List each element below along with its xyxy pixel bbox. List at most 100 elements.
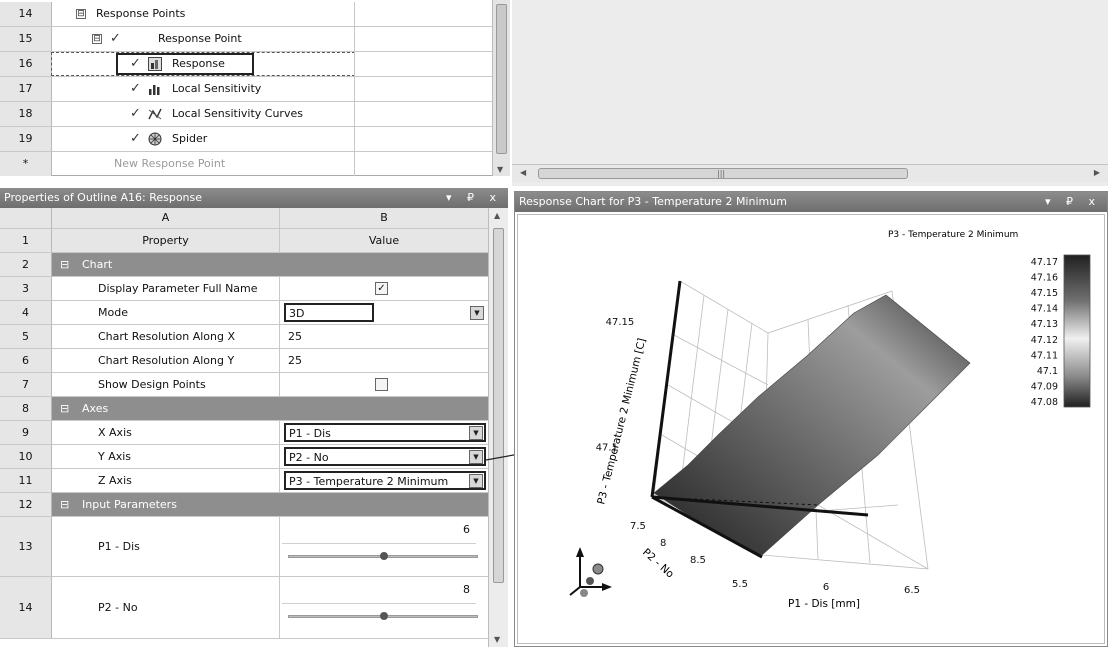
chart-plot-area[interactable]: P3 - Temperature 2 Minimum 47.15 47.1 7.… [517, 214, 1105, 644]
row-x-axis: 9 X Axis P1 - Dis ▼ [0, 421, 488, 445]
new-response-point-label[interactable]: New Response Point [114, 152, 225, 176]
scroll-down-arrow-icon[interactable]: ▼ [497, 165, 503, 174]
outline-row-response[interactable]: 16 ✓ Response [0, 52, 492, 77]
property-cell: P1 - Dis [52, 517, 280, 576]
row-number: 11 [0, 469, 52, 492]
scroll-up-arrow-icon[interactable]: ▲ [494, 211, 500, 220]
corner-cell [0, 208, 52, 228]
outline-row-local-sensitivity-curves[interactable]: 18 ✓ Local Sensitivity Curves [0, 102, 492, 127]
outline-vertical-scrollbar[interactable]: ▼ [492, 0, 510, 176]
p1-slider[interactable] [288, 552, 478, 560]
outline-row-new[interactable]: * New Response Point [0, 152, 492, 177]
colorbar-tick-label: 47.09 [1031, 381, 1058, 392]
row-number: 17 [0, 77, 52, 101]
outline-label: Response Point [158, 32, 242, 45]
row-number: 12 [0, 493, 52, 516]
horizontal-scrollbar[interactable]: ◀ ||| ▶ [512, 164, 1108, 182]
resolution-x-value[interactable]: 25 [288, 325, 302, 348]
check-icon: ✓ [130, 81, 141, 96]
collapse-toggle[interactable]: ⊟ [76, 9, 86, 19]
row-resolution-x: 5 Chart Resolution Along X 25 [0, 325, 488, 349]
collapse-toggle[interactable]: ⊟ [92, 34, 102, 44]
panel-buttons[interactable]: ▾ ₽ x [1045, 192, 1101, 212]
row-number: 3 [0, 277, 52, 300]
property-label: Show Design Points [98, 378, 206, 391]
row-number: 6 [0, 349, 52, 372]
display-full-name-checkbox[interactable]: ✓ [375, 282, 388, 295]
scroll-thumb[interactable]: ||| [538, 168, 908, 179]
show-design-points-checkbox[interactable] [375, 378, 388, 391]
y-axis-label: P2 - No [640, 546, 676, 580]
p2-value[interactable]: 8 [463, 583, 470, 596]
scroll-left-arrow-icon[interactable]: ◀ [520, 168, 526, 177]
property-cell: Y Axis [52, 445, 280, 468]
chart-title-bar: Response Chart for P3 - Temperature 2 Mi… [515, 192, 1107, 212]
outline-row-local-sensitivity[interactable]: 17 ✓ Local Sensitivity [0, 77, 492, 102]
z-axis-label: P3 - Temperature 2 Minimum [C] [595, 337, 648, 506]
y-axis-dropdown[interactable]: P2 - No ▼ [284, 447, 486, 466]
property-column-title: Property [52, 229, 280, 252]
x-tick-label: 5.5 [732, 579, 748, 590]
scroll-thumb[interactable] [496, 4, 507, 154]
response-surface[interactable] [653, 294, 971, 556]
value-cell[interactable]: 25 [280, 349, 488, 372]
row-number: 19 [0, 127, 52, 151]
section-axes[interactable]: 8 ⊟ Axes [0, 397, 488, 421]
property-header-row: 1 Property Value [0, 229, 488, 253]
row-z-axis: 11 Z Axis P3 - Temperature 2 Minimum ▼ [0, 469, 488, 493]
collapse-toggle[interactable]: ⊟ [60, 493, 69, 516]
slider-knob[interactable] [380, 612, 388, 620]
section-label: Input Parameters [82, 498, 177, 511]
section-chart[interactable]: 2 ⊟ Chart [0, 253, 488, 277]
dropdown-arrow-icon[interactable]: ▼ [470, 306, 484, 320]
row-number: 14 [0, 577, 52, 638]
dropdown-arrow-icon[interactable]: ▼ [469, 474, 483, 488]
scroll-right-arrow-icon[interactable]: ▶ [1094, 168, 1100, 177]
collapse-toggle[interactable]: ⊟ [60, 397, 69, 420]
outline-row-spider[interactable]: 19 ✓ Spider [0, 127, 492, 152]
collapse-toggle[interactable]: ⊟ [60, 253, 69, 276]
property-cell: Z Axis [52, 469, 280, 492]
row-show-design-points: 7 Show Design Points [0, 373, 488, 397]
column-b-header[interactable]: B [280, 208, 488, 228]
p1-value[interactable]: 6 [463, 523, 470, 536]
chart-title: P3 - Temperature 2 Minimum [888, 230, 1018, 240]
row-number: 9 [0, 421, 52, 444]
outline-cell-b [354, 27, 492, 51]
top-right-pane: ◀ ||| ▶ [512, 0, 1108, 186]
axis-triad-icon[interactable] [569, 547, 612, 597]
value-cell: 6 [280, 517, 488, 576]
x-axis-value: P1 - Dis [289, 427, 331, 440]
x-tick-labels: 5.5 6 6.5 [732, 579, 920, 596]
row-number: 13 [0, 517, 52, 576]
row-number: 4 [0, 301, 52, 324]
x-axis-dropdown[interactable]: P1 - Dis ▼ [284, 423, 486, 442]
y-tick-label: 8.5 [690, 555, 706, 566]
outline-label: Local Sensitivity Curves [172, 107, 303, 120]
z-axis-dropdown[interactable]: P3 - Temperature 2 Minimum ▼ [284, 471, 486, 490]
column-a-header[interactable]: A [52, 208, 280, 228]
panel-buttons[interactable]: ▾ ₽ x [446, 188, 502, 208]
row-display-parameter-full-name: 3 Display Parameter Full Name ✓ [0, 277, 488, 301]
grip-icon: ||| [717, 169, 726, 178]
surface-chart[interactable]: P3 - Temperature 2 Minimum 47.1547.1 7.5… [518, 215, 1104, 643]
section-input-parameters[interactable]: 12 ⊟ Input Parameters [0, 493, 488, 517]
colorbar-tick-label: 47.11 [1031, 350, 1058, 361]
property-label: Z Axis [98, 474, 132, 487]
outline-row-response-points[interactable]: 14 ⊟ Response Points [0, 2, 492, 27]
scroll-thumb[interactable] [493, 228, 504, 583]
row-number: 2 [0, 253, 52, 276]
scroll-down-arrow-icon[interactable]: ▼ [494, 635, 500, 644]
section-label: Axes [82, 402, 109, 415]
chart-panel-title: Response Chart for P3 - Temperature 2 Mi… [519, 195, 787, 208]
resolution-y-value[interactable]: 25 [288, 349, 302, 372]
value-cell[interactable]: 25 [280, 325, 488, 348]
outline-row-response-point[interactable]: 15 ⊟ ✓ Response Point [0, 27, 492, 52]
row-number: 15 [0, 27, 52, 51]
mode-dropdown[interactable]: 3D [284, 303, 374, 322]
section-inputs-cell: ⊟ Input Parameters [52, 493, 488, 516]
outline-label: Response Points [96, 7, 186, 20]
slider-knob[interactable] [380, 552, 388, 560]
curves-icon [148, 108, 162, 120]
p2-slider[interactable] [288, 612, 478, 620]
